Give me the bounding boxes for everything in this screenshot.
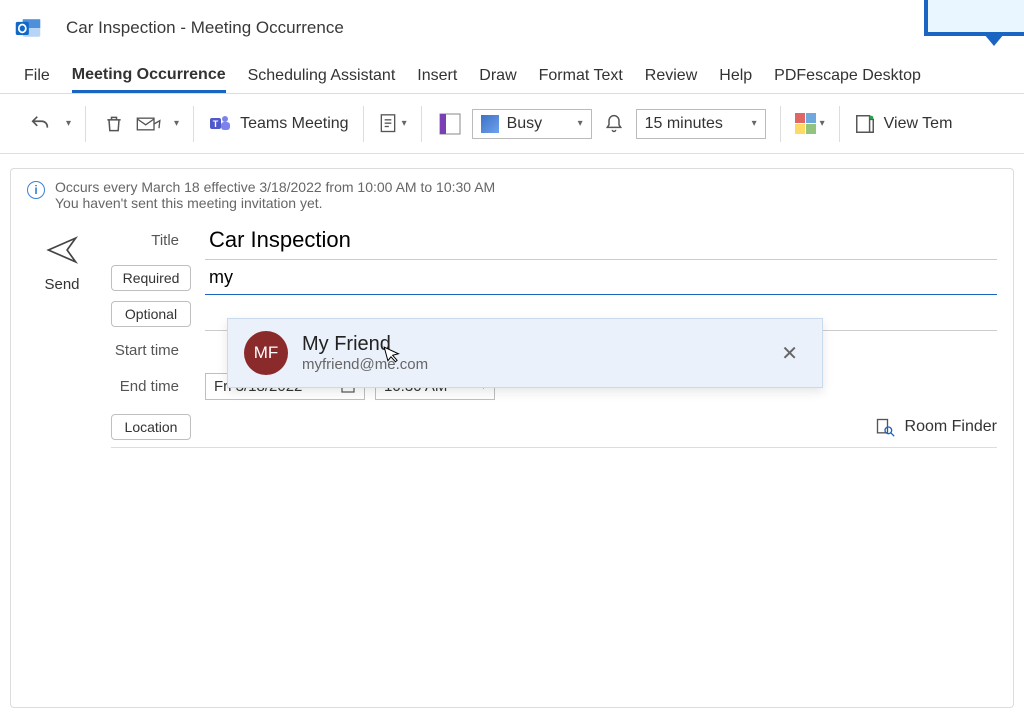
location-button[interactable]: Location: [111, 414, 191, 440]
send-label: Send: [44, 276, 79, 293]
required-button[interactable]: Required: [111, 265, 191, 291]
tab-format-text[interactable]: Format Text: [539, 67, 623, 93]
toolbar: ▾ ▾ T Teams Meeting ▾ Busy: [0, 94, 1024, 154]
notes-dropdown[interactable]: ▾: [402, 118, 407, 129]
teams-icon: T: [208, 112, 232, 136]
window-title: Car Inspection - Meeting Occurrence: [66, 18, 344, 38]
tab-file[interactable]: File: [24, 67, 50, 93]
chevron-down-icon: ▾: [578, 118, 583, 129]
chevron-down-icon: ▾: [752, 118, 757, 129]
contact-autocomplete-popup: MF My Friend myfriend@me.com ✕: [227, 318, 823, 388]
teams-label: Teams Meeting: [240, 115, 349, 133]
show-as-dropdown[interactable]: Busy ▾: [472, 109, 592, 139]
contact-name: My Friend: [302, 333, 759, 356]
divider: [780, 106, 781, 142]
delete-button[interactable]: [100, 110, 128, 138]
end-time-label: End time: [111, 378, 191, 395]
start-time-label: Start time: [111, 342, 191, 359]
tab-insert[interactable]: Insert: [417, 67, 457, 93]
optional-button[interactable]: Optional: [111, 301, 191, 327]
divider: [421, 106, 422, 142]
ribbon-tabs: File Meeting Occurrence Scheduling Assis…: [0, 56, 1024, 94]
show-as-icon[interactable]: [436, 110, 464, 138]
forward-dropdown[interactable]: ▾: [174, 118, 179, 129]
status-label: Busy: [507, 115, 543, 133]
room-finder-button[interactable]: Room Finder: [875, 417, 997, 437]
tab-draw[interactable]: Draw: [479, 67, 516, 93]
outlook-icon: [14, 14, 42, 42]
template-icon: [854, 113, 876, 135]
compose-pane: i Occurs every March 18 effective 3/18/2…: [10, 168, 1014, 708]
divider: [839, 106, 840, 142]
title-sep: -: [176, 18, 191, 37]
info-bar: i Occurs every March 18 effective 3/18/2…: [27, 179, 997, 221]
not-sent-info: You haven't sent this meeting invitation…: [55, 195, 495, 211]
title-subject: Car Inspection: [66, 18, 176, 37]
room-finder-label: Room Finder: [905, 418, 997, 436]
tab-review[interactable]: Review: [645, 67, 697, 93]
teams-meeting-button[interactable]: T Teams Meeting: [208, 112, 349, 136]
tab-pdfescape[interactable]: PDFescape Desktop: [774, 67, 921, 93]
title-label: Title: [111, 232, 191, 249]
meeting-notes-button[interactable]: ▾: [378, 110, 407, 138]
decorative-overlay: [924, 0, 1024, 36]
reminder-dropdown[interactable]: 15 minutes ▾: [636, 109, 766, 139]
titlebar: Car Inspection - Meeting Occurrence: [0, 0, 1024, 56]
room-finder-icon: [875, 417, 895, 437]
view-templates-button[interactable]: View Tem: [854, 113, 953, 135]
view-templates-label: View Tem: [884, 115, 953, 133]
info-icon: i: [27, 181, 45, 199]
undo-button[interactable]: [26, 110, 54, 138]
reminder-bell-icon[interactable]: [600, 110, 628, 138]
categorize-icon: [795, 113, 816, 134]
categorize-button[interactable]: ▾: [795, 110, 825, 138]
autocomplete-item[interactable]: MF My Friend myfriend@me.com ✕: [228, 319, 822, 387]
divider: [193, 106, 194, 142]
title-input[interactable]: [205, 221, 997, 260]
busy-color-icon: [481, 115, 499, 133]
divider: [85, 106, 86, 142]
recurrence-info: Occurs every March 18 effective 3/18/202…: [55, 179, 495, 195]
send-icon: [45, 233, 79, 270]
avatar: MF: [244, 331, 288, 375]
title-type: Meeting Occurrence: [191, 18, 344, 37]
undo-dropdown[interactable]: ▾: [66, 118, 71, 129]
tab-meeting-occurrence[interactable]: Meeting Occurrence: [72, 66, 226, 93]
contact-email: myfriend@me.com: [302, 356, 759, 373]
tab-help[interactable]: Help: [719, 67, 752, 93]
required-input[interactable]: [205, 261, 997, 295]
divider: [363, 106, 364, 142]
remove-suggestion-button[interactable]: ✕: [773, 337, 806, 370]
send-button[interactable]: Send: [27, 227, 97, 299]
location-input[interactable]: [205, 410, 875, 443]
forward-button[interactable]: [136, 110, 162, 138]
chevron-down-icon: ▾: [820, 118, 825, 129]
reminder-label: 15 minutes: [645, 115, 723, 133]
tab-scheduling-assistant[interactable]: Scheduling Assistant: [248, 67, 396, 93]
svg-text:T: T: [213, 119, 219, 129]
